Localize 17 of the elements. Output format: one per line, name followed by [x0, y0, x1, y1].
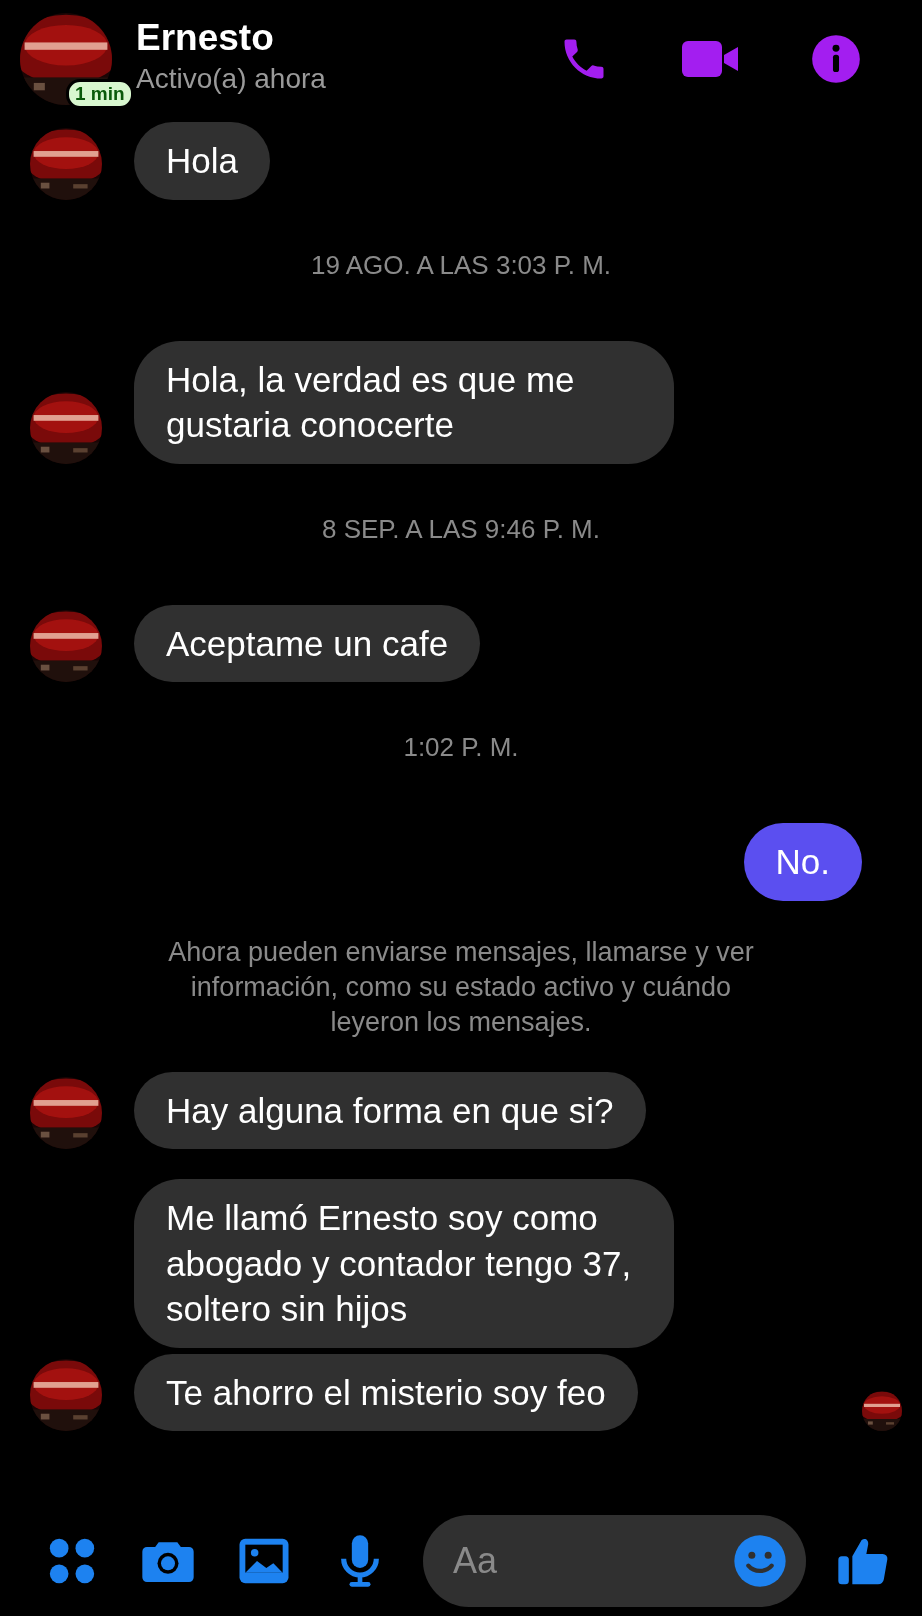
received-message: Hay alguna forma en que si? [134, 1071, 646, 1150]
timestamp: 19 AGO. A LAS 3:03 P. M. [309, 248, 613, 282]
received-message: Hola, la verdad es que me gustaria conocerte [134, 340, 674, 464]
contact-name[interactable]: Ernesto [136, 17, 558, 59]
sent-message: No. [743, 823, 862, 901]
received-message: Te ahorro el misterio soy feo [134, 1353, 638, 1432]
message-field[interactable]: Aa [423, 1515, 806, 1607]
active-status: Activo(a) ahora [136, 62, 327, 97]
system-notice: Ahora pueden enviarse mensajes, llamarse y ver información, como su estado activo y cuándo leyeron los mensajes. [167, 935, 755, 1039]
emoji-icon[interactable] [732, 1533, 788, 1589]
received-message: Hola [134, 122, 270, 200]
info-icon[interactable] [810, 33, 862, 85]
timestamp: 1:02 P. M. [402, 731, 520, 764]
received-message: Me llamó Ernesto soy como abogado y contador tengo 37, soltero sin hijos [134, 1179, 674, 1348]
received-message: Aceptame un cafe [134, 604, 481, 682]
timestamp: 8 SEP. A LAS 9:46 P. M. [321, 512, 601, 546]
active-time-badge: 1 min [66, 79, 134, 109]
